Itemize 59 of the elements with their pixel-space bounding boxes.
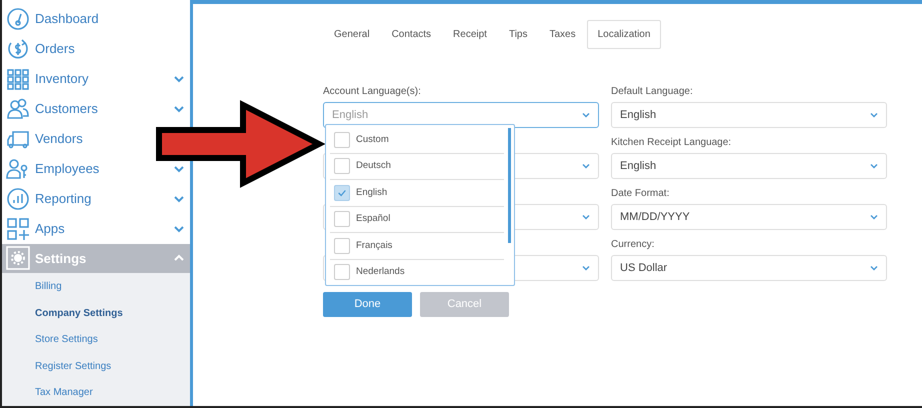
select-field[interactable]: English — [611, 153, 887, 179]
done-button[interactable]: Done — [323, 292, 412, 317]
tab[interactable]: Receipt — [442, 20, 498, 49]
checkbox[interactable] — [334, 211, 350, 228]
checkbox[interactable] — [334, 158, 350, 174]
tab[interactable]: Contacts — [380, 20, 442, 49]
field-label: Currency: — [611, 238, 656, 252]
grid-icon — [6, 66, 30, 91]
checkbox[interactable] — [334, 264, 350, 280]
check-icon — [337, 188, 347, 198]
nav-item[interactable]: Reporting — [35, 190, 92, 206]
dropdown-option[interactable]: Deutsch — [330, 154, 504, 180]
nav-item[interactable]: Employees — [35, 160, 100, 176]
chart-circle-icon — [6, 186, 30, 211]
select-field[interactable]: US Dollar — [611, 255, 887, 281]
tab[interactable]: Tips — [498, 20, 538, 49]
chevron-down-icon — [582, 214, 590, 220]
tab[interactable]: General — [323, 20, 381, 49]
person-key-icon — [6, 156, 30, 181]
checkbox[interactable] — [334, 238, 350, 254]
nav-item[interactable]: Customers — [35, 101, 98, 116]
chevron-down-icon — [870, 214, 878, 220]
checkbox[interactable] — [334, 184, 350, 201]
chevron-down-icon — [582, 112, 590, 118]
select-field[interactable]: English — [611, 102, 887, 128]
nav-item[interactable]: Vendors — [35, 130, 83, 146]
select-field[interactable]: MM/DD/YYYY — [611, 204, 887, 230]
dropdown-option[interactable]: Nederlands — [330, 260, 504, 285]
dollar-cycle-icon — [6, 36, 30, 61]
submenu-item[interactable]: Tax Manager — [2, 379, 190, 406]
nav-item[interactable]: Orders — [35, 41, 75, 56]
dropdown-option[interactable]: Français — [330, 233, 504, 260]
submenu-item[interactable]: Billing — [2, 273, 190, 300]
field-label: Date Format: — [611, 187, 670, 201]
chevron-down-icon — [582, 264, 590, 271]
nav-item[interactable]: Inventory — [35, 71, 88, 86]
submenu-item[interactable]: Store Settings — [2, 326, 190, 353]
apps-add-icon — [6, 216, 30, 241]
nav-item[interactable]: Apps — [35, 220, 65, 236]
dropdown-option[interactable]: English — [330, 180, 504, 206]
scrollbar-thumb[interactable] — [508, 128, 511, 243]
submenu-item[interactable]: Register Settings — [2, 352, 190, 380]
dropdown-option[interactable]: Español — [330, 206, 504, 233]
gear-icon — [6, 246, 30, 270]
field-label: Account Language(s): — [323, 85, 422, 99]
chevron-down-icon — [582, 162, 590, 169]
field-label: Default Language: — [611, 85, 694, 99]
tab[interactable]: Taxes — [538, 20, 587, 49]
submenu-item[interactable]: Company Settings — [2, 300, 190, 326]
people-icon — [6, 96, 30, 121]
chevron-down-icon — [870, 112, 878, 118]
chevron-down-icon — [870, 162, 878, 169]
dropdown-option[interactable]: Custom — [330, 127, 504, 154]
gauge-icon — [6, 6, 30, 31]
checkbox[interactable] — [334, 132, 350, 148]
nav-item[interactable]: Dashboard — [35, 11, 99, 26]
field-label: Kitchen Receipt Language: — [611, 136, 732, 150]
tab[interactable]: Localization — [586, 20, 662, 49]
chevron-down-icon — [870, 264, 878, 271]
